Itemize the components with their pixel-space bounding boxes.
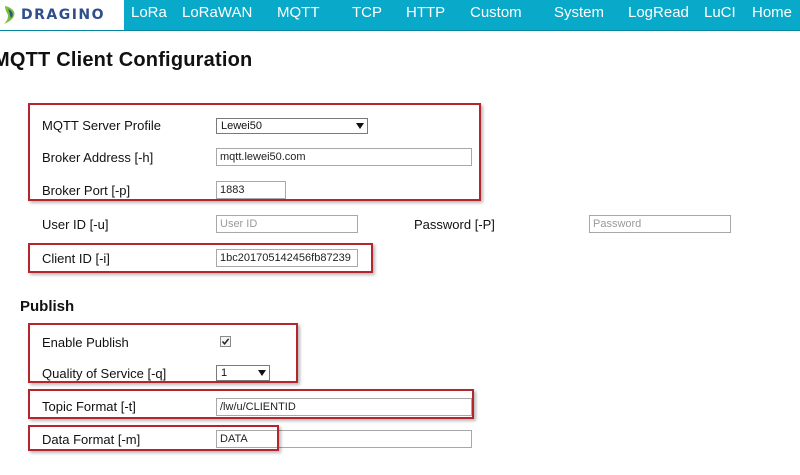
password-label: Password [-P]: [414, 217, 495, 232]
nav-luci[interactable]: LuCI: [704, 0, 736, 30]
user-id-label: User ID [-u]: [42, 217, 109, 232]
dropdown-arrow-icon: [258, 370, 266, 376]
dragino-logo-icon: [4, 6, 15, 24]
broker-address-label: Broker Address [-h]: [42, 150, 154, 165]
logo-text: DRAGINO: [21, 7, 106, 23]
nav-http[interactable]: HTTP: [406, 0, 445, 30]
topic-format-label: Topic Format [-t]: [42, 399, 136, 414]
broker-port-input[interactable]: [216, 181, 286, 199]
nav-mqtt[interactable]: MQTT: [277, 0, 320, 30]
nav-home[interactable]: Home: [752, 0, 792, 30]
user-id-input[interactable]: [216, 215, 358, 233]
data-format-input[interactable]: [216, 430, 472, 448]
nav-lora[interactable]: LoRa: [131, 0, 167, 30]
server-profile-value: Lewei50: [221, 120, 262, 132]
nav-custom[interactable]: Custom: [470, 0, 522, 30]
server-profile-label: MQTT Server Profile: [42, 118, 161, 133]
enable-publish-checkbox[interactable]: [220, 336, 231, 347]
qos-label: Quality of Service [-q]: [42, 366, 167, 381]
data-format-label: Data Format [-m]: [42, 432, 141, 447]
checkmark-icon: [221, 338, 230, 345]
qos-select[interactable]: 1: [216, 365, 270, 381]
dragino-logo[interactable]: DRAGINO: [0, 0, 124, 30]
broker-address-input[interactable]: [216, 148, 472, 166]
page-title: MQTT Client Configuration: [0, 49, 253, 71]
top-nav-bar: DRAGINO LoRa LoRaWAN MQTT TCP HTTP Custo…: [0, 0, 800, 31]
nav-tcp[interactable]: TCP: [352, 0, 382, 30]
topic-format-input[interactable]: [216, 398, 472, 416]
publish-section-title: Publish: [20, 298, 75, 315]
nav-system[interactable]: System: [554, 0, 604, 30]
broker-port-label: Broker Port [-p]: [42, 183, 131, 198]
enable-publish-label: Enable Publish: [42, 335, 129, 350]
nav-logread[interactable]: LogRead: [628, 0, 689, 30]
client-id-input[interactable]: [216, 249, 358, 267]
client-id-label: Client ID [-i]: [42, 251, 110, 266]
dropdown-arrow-icon: [356, 123, 364, 129]
server-profile-select[interactable]: Lewei50: [216, 118, 368, 134]
nav-lorawan[interactable]: LoRaWAN: [182, 0, 252, 30]
qos-value: 1: [221, 367, 228, 379]
password-input[interactable]: [589, 215, 731, 233]
